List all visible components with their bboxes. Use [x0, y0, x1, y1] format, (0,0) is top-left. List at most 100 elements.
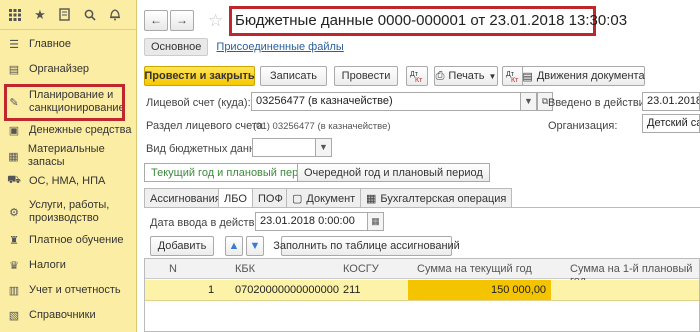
sidebar-item-main[interactable]: ☰ Главное	[0, 36, 137, 52]
sidebar-item-taxes[interactable]: ♛ Налоги	[0, 257, 137, 273]
sidebar-item-directory[interactable]: ▧ Справочники	[0, 307, 137, 323]
organizer-icon: ▤	[8, 63, 20, 76]
tab-accounting-operation[interactable]: ▦ Бухгалтерская операция	[360, 188, 513, 208]
dtkt-report-button[interactable]: Дт Кт	[406, 66, 428, 86]
cell-sum-current[interactable]: 150 000,00	[491, 284, 546, 296]
dt-kt-icon: Дт Кт	[506, 68, 520, 85]
arrow-down-icon: ▼	[249, 240, 261, 252]
tab-pof[interactable]: ПОФ	[252, 188, 289, 208]
dt-kt-icon: Дт Кт	[410, 68, 424, 85]
sidebar-item-label: Денежные средства	[29, 123, 132, 136]
tab-document-label: Документ	[306, 192, 356, 205]
account-field[interactable]: 03256477 (в казначействе)	[251, 92, 521, 111]
arrow-left-icon: ←	[150, 13, 162, 27]
account-label: Лицевой счет (куда):	[146, 97, 251, 109]
sidebar: ★ ☰ Главное ▤ Органайзер ✎ Планирование …	[0, 0, 137, 332]
document-icon: ▢	[292, 193, 303, 205]
add-button[interactable]: Добавить	[150, 236, 214, 256]
lbo-table: N КБК КОСГУ Сумма на текущий год Сумма н…	[144, 258, 700, 332]
money-icon: ▣	[8, 124, 20, 137]
save-button[interactable]: Записать	[260, 66, 327, 86]
tab-document[interactable]: ▢ Документ	[286, 188, 362, 208]
effective-date-field[interactable]: 23.01.2018 13	[642, 92, 700, 111]
tab-attached-files[interactable]: Присоединенные файлы	[216, 41, 343, 53]
calendar-button[interactable]: ▦	[368, 212, 384, 231]
form-tabs: Основное Присоединенные файлы	[144, 38, 344, 56]
movements-label: Движения документа	[536, 70, 645, 82]
sidebar-item-money[interactable]: ▣ Денежные средства	[0, 122, 137, 138]
table-header: N КБК КОСГУ Сумма на текущий год Сумма н…	[145, 259, 699, 287]
sidebar-item-materials[interactable]: ▦ Материальные запасы	[0, 143, 137, 168]
organization-label: Организация:	[548, 120, 618, 132]
forward-button[interactable]: →	[170, 10, 194, 31]
sidebar-item-label: Органайзер	[29, 62, 90, 75]
document-movements-button[interactable]: ▤ Движения документа	[522, 66, 645, 86]
tab-accounting-label: Бухгалтерская операция	[380, 192, 507, 205]
budget-kind-field[interactable]	[252, 138, 316, 157]
effective-label: Введено в действие:	[548, 97, 654, 109]
services-icon: ⚙	[9, 206, 19, 219]
svg-text:Кт: Кт	[511, 77, 519, 82]
materials-icon: ▦	[8, 150, 19, 163]
bell-icon[interactable]	[106, 6, 124, 24]
organization-field[interactable]: Детский сад 8	[642, 114, 700, 133]
column-header[interactable]: КОСГУ	[343, 263, 379, 275]
print-label: Печать	[448, 70, 485, 82]
column-header[interactable]: N	[169, 263, 177, 275]
column-header[interactable]: Сумма на текущий год	[417, 263, 532, 275]
sidebar-item-label: Платное обучение	[29, 233, 124, 246]
sidebar-item-label: Материальные запасы	[27, 143, 105, 168]
back-button[interactable]: ←	[144, 10, 168, 31]
chevron-down-icon: ▼	[488, 71, 497, 81]
section-value: (01) 03256477 (в казначействе)	[253, 121, 391, 132]
tab-lbo[interactable]: ЛБО	[218, 188, 253, 208]
column-header[interactable]: КБК	[235, 263, 255, 275]
tab-main[interactable]: Основное	[144, 38, 209, 56]
reports-icon: ▥	[8, 284, 20, 297]
sidebar-item-label: Налоги	[29, 258, 66, 271]
next-year-period-toggle[interactable]: Очередной год и плановый период	[297, 163, 490, 182]
search-icon[interactable]	[81, 6, 99, 24]
table-row[interactable]: 1 07020000000000000 211 150 000,00	[145, 280, 699, 301]
sidebar-item-label: ОС, НМА, НПА	[29, 174, 106, 187]
sidebar-item-label: Услуги, работы, производство	[29, 199, 110, 224]
sidebar-item-services[interactable]: ⚙ Услуги, работы, производство	[0, 197, 137, 227]
education-icon: ♜	[9, 234, 19, 247]
budget-kind-dropdown[interactable]: ▼	[316, 138, 332, 157]
tab-assignments[interactable]: Ассигнования	[144, 188, 227, 208]
post-and-close-button[interactable]: Провести и закрыть	[144, 66, 255, 86]
taxes-icon: ♛	[9, 259, 19, 272]
sidebar-item-fixed-assets[interactable]: ⛟ ОС, НМА, НПА	[0, 173, 137, 189]
lbo-date-label: Дата ввода в действие:	[150, 217, 270, 229]
accounting-icon: ▦	[366, 193, 377, 205]
cell-kosgu: 211	[343, 284, 361, 296]
lbo-date-field[interactable]: 23.01.2018 0:00:00	[255, 212, 368, 231]
sidebar-toolbar: ★	[0, 0, 136, 30]
account-dropdown[interactable]: ▼	[521, 92, 537, 111]
svg-text:Кт: Кт	[415, 77, 423, 82]
star-icon[interactable]: ★	[31, 6, 49, 24]
cell-kbk: 07020000000000000	[235, 284, 340, 296]
section-label: Раздел лицевого счета:	[146, 120, 267, 132]
move-up-button[interactable]: ▲	[225, 236, 243, 256]
move-down-button[interactable]: ▼	[246, 236, 264, 256]
favorite-star-icon[interactable]: ☆	[208, 11, 223, 31]
sidebar-item-label: Справочники	[29, 308, 96, 321]
history-icon[interactable]	[56, 6, 74, 24]
fill-by-assignments-button[interactable]: Заполнить по таблице ассигнований	[273, 236, 460, 256]
apps-grid-icon[interactable]	[6, 6, 24, 24]
highlight-frame-planning	[4, 84, 125, 121]
print-button[interactable]: ⎙ Печать ▼	[434, 66, 498, 86]
post-button[interactable]: Провести	[334, 66, 398, 86]
sidebar-item-organizer[interactable]: ▤ Органайзер	[0, 61, 137, 77]
dtkt-movements-button[interactable]: Дт Кт	[502, 66, 524, 86]
sidebar-item-education[interactable]: ♜ Платное обучение	[0, 232, 137, 248]
arrow-right-icon: →	[176, 13, 188, 27]
directory-icon: ▧	[8, 309, 20, 322]
sidebar-item-label: Главное	[29, 37, 72, 50]
arrow-up-icon: ▲	[228, 240, 240, 252]
menu-icon: ☰	[9, 38, 19, 51]
sidebar-item-label: Учет и отчетность	[29, 283, 121, 296]
sidebar-item-reports[interactable]: ▥ Учет и отчетность	[0, 282, 137, 298]
tab-divider	[144, 207, 700, 208]
